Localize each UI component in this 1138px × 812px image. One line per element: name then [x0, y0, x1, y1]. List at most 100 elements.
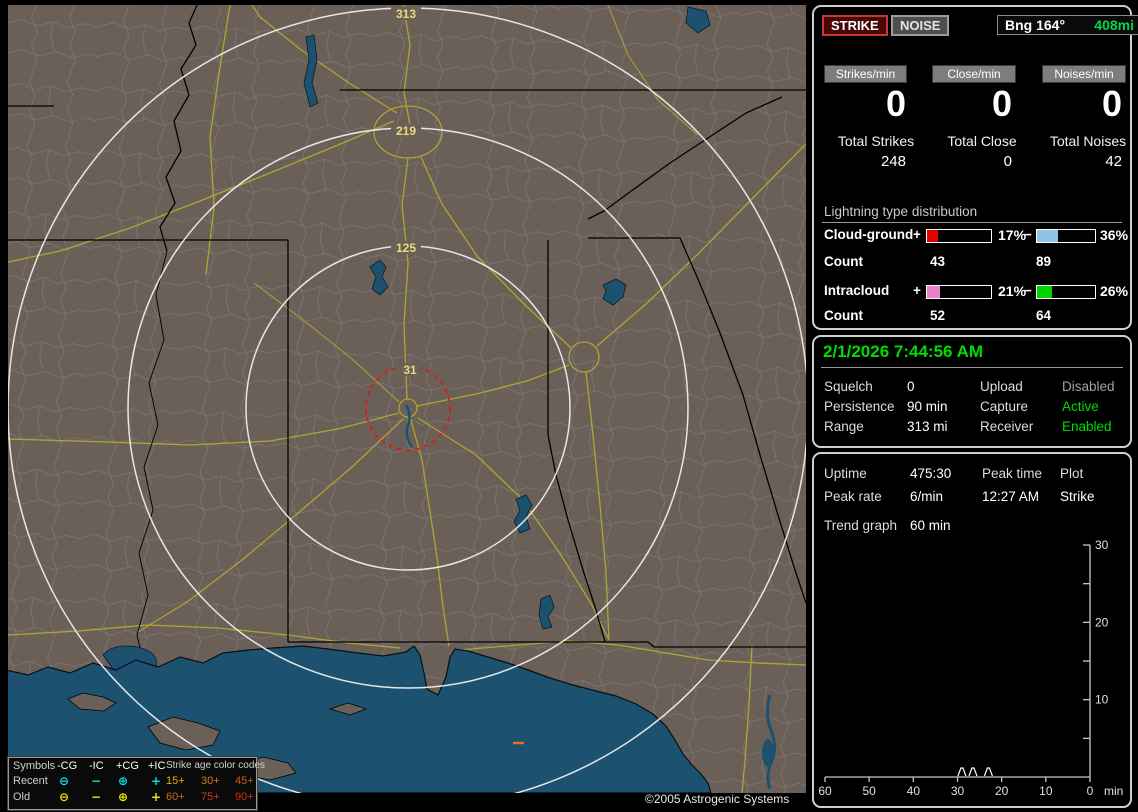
receiver-label: Receiver — [980, 419, 1034, 434]
persistence-value: 90 min — [907, 399, 948, 414]
persistence-label: Persistence — [824, 399, 895, 414]
legend-col-nic: -IC — [89, 760, 104, 772]
age-30: 30+ — [201, 775, 220, 787]
strike-toggle-button[interactable]: STRIKE — [822, 15, 888, 36]
capture-label: Capture — [980, 399, 1029, 414]
age-75: 75+ — [201, 791, 220, 803]
datetime-display: 2/1/2026 7:44:56 AM — [823, 342, 984, 361]
cg-plus-count: 43 — [930, 254, 946, 269]
neg-cg-old-icon: ⊖ — [59, 790, 70, 804]
svg-text:30: 30 — [1095, 538, 1109, 552]
svg-text:40: 40 — [907, 784, 921, 798]
total-noises-label: Total Noises — [1049, 133, 1127, 149]
total-noises-value: 42 — [1105, 153, 1122, 170]
total-close-value: 0 — [1003, 153, 1012, 170]
legend-col-pic: +IC — [148, 760, 166, 772]
svg-text:50: 50 — [862, 784, 876, 798]
close-per-min-label: Close/min — [932, 65, 1016, 83]
ic-minus-pct: 26% — [1100, 283, 1129, 299]
cg-plus-pct: 17% — [998, 227, 1027, 243]
total-strikes-label: Total Strikes — [837, 133, 915, 149]
ic-plus-pct: 21% — [998, 283, 1027, 299]
status-panel: 2/1/2026 7:44:56 AM Squelch 0 Upload Dis… — [812, 335, 1132, 448]
svg-text:10: 10 — [1039, 784, 1053, 798]
pos-cg-old-icon: ⊕ — [118, 790, 129, 804]
legend-col-ncg: -CG — [57, 760, 78, 772]
divider — [822, 222, 1122, 223]
age-60: 60+ — [166, 791, 185, 803]
svg-text:60: 60 — [818, 784, 832, 798]
receiver-status: Enabled — [1062, 419, 1112, 434]
minus-sign: − — [1024, 227, 1032, 242]
symbols-legend: Symbols -CG -IC +CG +IC Strike age color… — [7, 756, 265, 811]
upload-label: Upload — [980, 379, 1023, 394]
svg-text:20: 20 — [1095, 615, 1109, 629]
range-value: 313 mi — [907, 419, 948, 434]
noise-toggle-button[interactable]: NOISE — [891, 15, 950, 36]
svg-text:min: min — [1104, 784, 1123, 798]
cg-minus-count: 89 — [1036, 254, 1052, 269]
capture-status: Active — [1062, 399, 1099, 414]
cg-minus-pct: 36% — [1100, 227, 1129, 243]
legend-row-old: Old — [13, 791, 31, 803]
pos-cg-recent-icon: ⊕ — [118, 774, 129, 788]
squelch-label: Squelch — [824, 379, 873, 394]
range-label: Range — [824, 419, 864, 434]
trend-panel: Uptime 475:30 Peak time Plot Peak rate 6… — [812, 452, 1132, 808]
strikes-per-min-value: 0 — [885, 83, 906, 124]
noises-per-min-label: Noises/min — [1042, 65, 1126, 83]
ic-plus-count: 52 — [930, 308, 946, 323]
age-45: 45+ — [235, 775, 254, 787]
distance-value: 408mi — [1094, 17, 1134, 33]
svg-text:0: 0 — [1087, 784, 1094, 798]
svg-text:20: 20 — [995, 784, 1009, 798]
plus-sign: + — [913, 227, 921, 242]
close-per-min-value: 0 — [991, 83, 1012, 124]
pos-ic-recent-icon: + — [151, 774, 162, 788]
strikes-per-min-label: Strikes/min — [824, 65, 907, 83]
distribution-title: Lightning type distribution — [824, 204, 978, 219]
ring-label-313: 313 — [396, 7, 416, 21]
squelch-value: 0 — [907, 379, 915, 394]
cg-minus-bar-fill — [1037, 230, 1058, 242]
intracloud-label: Intracloud — [824, 283, 890, 298]
ic-minus-bar-fill — [1037, 286, 1053, 298]
cg-plus-bar-fill — [927, 230, 938, 242]
legend-row-recent: Recent — [13, 775, 48, 787]
ic-plus-bar-fill — [927, 286, 941, 298]
age-90: 90+ — [235, 791, 254, 803]
svg-text:10: 10 — [1095, 693, 1109, 707]
cg-count-label: Count — [824, 254, 863, 269]
cg-minus-bar — [1036, 229, 1096, 243]
map-canvas: 313 219 125 31 — [5, 2, 809, 809]
neg-ic-old-icon: − — [91, 790, 102, 804]
cg-plus-bar — [926, 229, 992, 243]
plus-sign: + — [913, 283, 921, 298]
strike-stats-panel: STRIKE NOISE Bng 164° 408mi Strikes/min … — [812, 5, 1138, 330]
trend-graph: 30 20 10 60 50 40 30 20 10 0 min — [818, 538, 1123, 798]
legend-age-title: Strike age color codes — [166, 760, 265, 771]
total-close-label: Total Close — [947, 133, 1017, 149]
upload-status: Disabled — [1062, 379, 1115, 394]
cloud-ground-label: Cloud-ground — [824, 227, 914, 242]
noises-per-min-value: 0 — [1101, 83, 1122, 124]
bearing-value: Bng 164° — [1005, 17, 1066, 33]
divider — [821, 367, 1123, 368]
ic-plus-bar — [926, 285, 992, 299]
pos-ic-old-icon: + — [151, 790, 162, 804]
ring-label-125: 125 — [396, 241, 416, 255]
legend-symbols-title: Symbols — [13, 760, 56, 772]
neg-cg-recent-icon: ⊖ — [59, 774, 70, 788]
copyright-text: ©2005 Astrogenic Systems — [645, 792, 790, 806]
lightning-map[interactable]: 313 219 125 31 — [5, 2, 809, 809]
ic-minus-bar — [1036, 285, 1096, 299]
ic-minus-count: 64 — [1036, 308, 1052, 323]
ic-count-label: Count — [824, 308, 863, 323]
svg-text:30: 30 — [951, 784, 965, 798]
minus-sign: − — [1024, 283, 1032, 298]
legend-col-pcg: +CG — [116, 760, 139, 772]
bearing-distance-box: Bng 164° 408mi — [997, 15, 1138, 35]
neg-ic-recent-icon: − — [91, 774, 102, 788]
total-strikes-value: 248 — [880, 153, 906, 170]
age-15: 15+ — [166, 775, 185, 787]
